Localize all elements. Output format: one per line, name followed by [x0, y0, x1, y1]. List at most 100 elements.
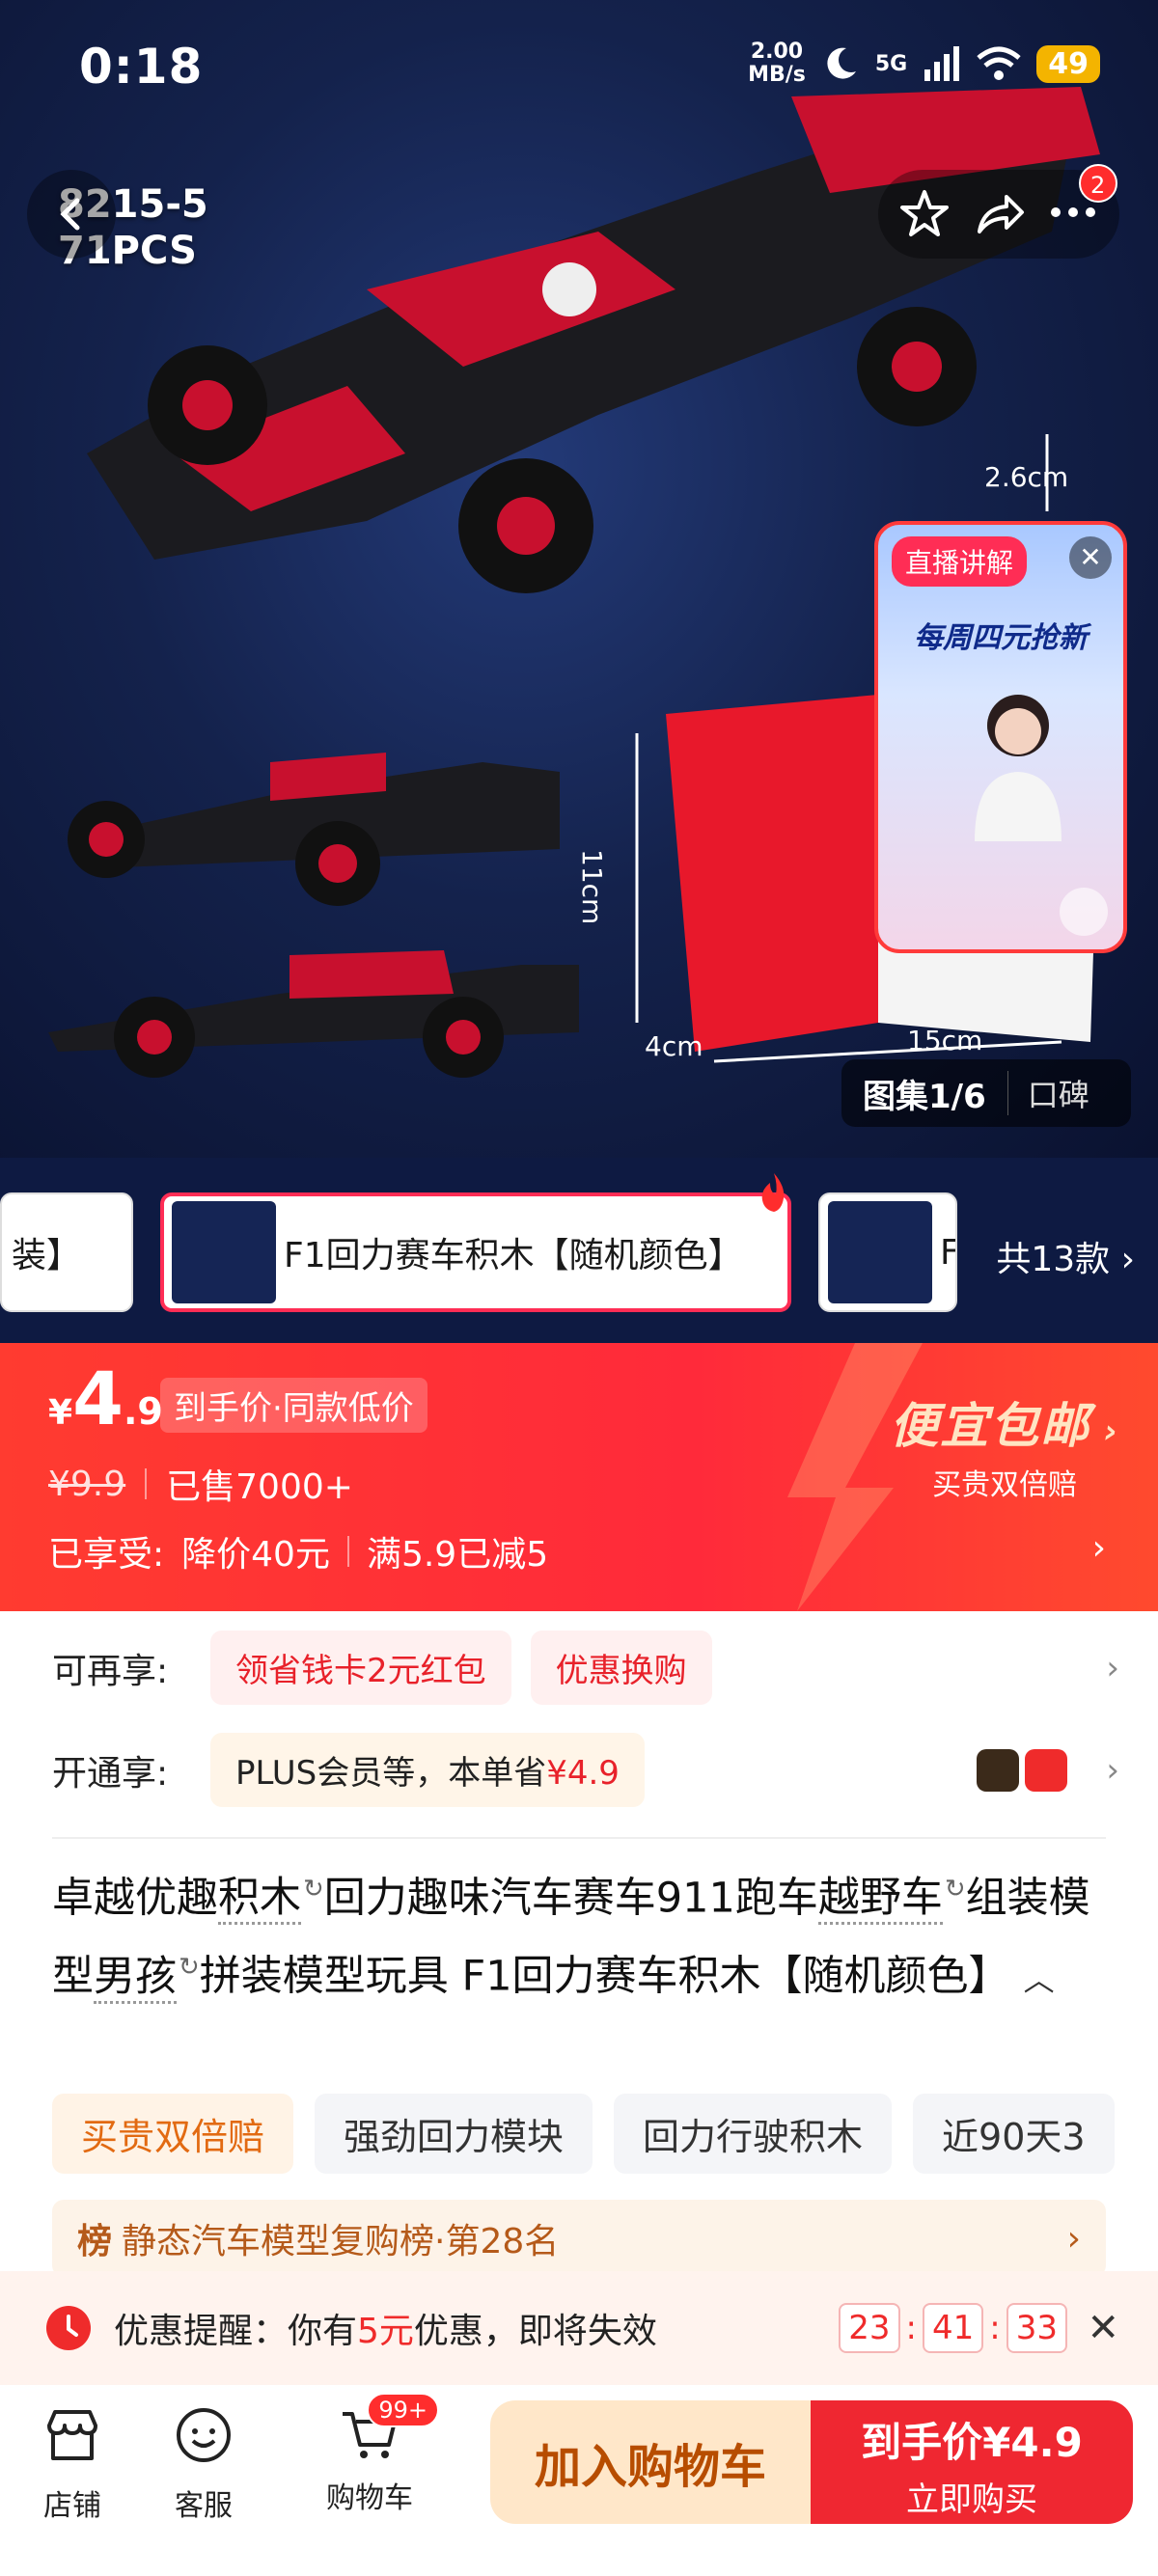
membership-label: 开通享: — [52, 1753, 169, 1794]
title-text: 拼装模型玩具 F1回力赛车积木【随机颜色】 — [199, 1952, 1010, 2001]
discount-row[interactable]: 已享受: 降价40元 满5.9已减5 — [48, 1526, 548, 1576]
close-icon[interactable]: ✕ — [1087, 2306, 1119, 2350]
gallery-index: 图集1/6 — [863, 1077, 986, 1116]
buy-now-button[interactable]: 到手价¥4.9 立即购买 — [811, 2400, 1133, 2524]
countdown-hours: 23 — [839, 2303, 900, 2353]
clock-icon — [46, 2306, 91, 2350]
dim-height: 11cm — [576, 849, 608, 925]
cart-icon-wrap: 99+ — [339, 2393, 439, 2466]
more-benefits-label: 可再享: — [52, 1651, 169, 1691]
variant-label-prev: 装】 — [12, 1236, 82, 1275]
price-integer: 4 — [72, 1356, 124, 1441]
header-actions: 2 — [878, 164, 1119, 259]
divider — [52, 1837, 1106, 1839]
collapse-chevron-icon[interactable]: ︿ — [1024, 1961, 1055, 1998]
more-button[interactable]: 2 — [1046, 164, 1117, 243]
title-keyword-link[interactable]: 积木 — [218, 1874, 301, 1926]
feature-tag[interactable]: 近90天3 — [913, 2094, 1115, 2174]
cart-button[interactable]: 99+ 购物车 — [307, 2393, 439, 2516]
ranking-banner[interactable]: 榜 静态汽车模型复购榜·第28名 › — [52, 2200, 1106, 2277]
status-bar: 0:18 2.00 MB/s 5G 49 — [0, 0, 1158, 135]
price-tag: 到手价·同款低价 — [160, 1378, 427, 1433]
live-host-avatar — [975, 695, 1062, 841]
service-label: 客服 — [175, 2489, 233, 2523]
more-benefits-row[interactable]: 可再享: 领省钱卡2元红包 优惠换购 › — [52, 1631, 1119, 1705]
feature-tags: 买贵双倍赔 强劲回力模块 回力行驶积木 近90天3 — [52, 2094, 1115, 2174]
variant-card-selected[interactable]: F1回力赛车积木【随机颜色】 — [160, 1192, 791, 1312]
variant-total-label: 共13款 — [996, 1240, 1111, 1279]
ranking-icon: 榜 — [77, 2222, 113, 2261]
variant-total-button[interactable]: 共13款 › — [996, 1231, 1135, 1281]
title-keyword-link[interactable]: 越野车 — [817, 1874, 943, 1926]
car-side-view-1 — [68, 753, 560, 906]
star-icon[interactable] — [897, 187, 951, 241]
product-title[interactable]: 卓越优趣积木↻回力趣味汽车赛车911跑车越野车↻组装模型男孩↻拼装模型玩具 F1… — [52, 1854, 1106, 2014]
chevron-right-icon: › — [1106, 1648, 1119, 1687]
promo-slogan[interactable]: 便宜包邮 › 买贵双倍赔 — [890, 1387, 1119, 1503]
chevron-right-icon: › — [1090, 1412, 1119, 1451]
status-icons: 2.00 MB/s 5G 49 — [748, 41, 1100, 87]
live-tag: 直播讲解 — [892, 536, 1028, 587]
membership-row[interactable]: 开通享: PLUS会员等，本单省¥4.9 › — [52, 1733, 1119, 1807]
service-button[interactable]: 客服 — [141, 2404, 266, 2524]
enjoyed-label: 已享受: — [48, 1535, 165, 1575]
mute-button[interactable] — [1060, 888, 1108, 936]
live-close-button[interactable]: ✕ — [1069, 536, 1112, 579]
store-button[interactable]: 店铺 — [10, 2404, 135, 2524]
feature-tag[interactable]: 回力行驶积木 — [614, 2094, 893, 2174]
gallery-reviews-tab[interactable]: 口碑 — [1006, 1071, 1109, 1115]
coupon-chip-savings-card[interactable]: 领省钱卡2元红包 — [210, 1631, 511, 1705]
variant-card-prev[interactable]: 装】 — [0, 1192, 133, 1312]
divider — [145, 1468, 148, 1499]
battery-indicator: 49 — [1036, 44, 1100, 83]
slogan-text: 便宜包邮 — [890, 1398, 1091, 1454]
card-icon — [1025, 1748, 1067, 1792]
discount-full-reduction: 满5.9已减5 — [366, 1535, 549, 1575]
share-icon[interactable] — [972, 187, 1026, 241]
chevron-right-icon: › — [1120, 1240, 1135, 1279]
live-stream-window[interactable]: 直播讲解 ✕ 每周四元抢新 — [874, 521, 1127, 953]
status-time: 0:18 — [79, 39, 204, 95]
clock-hands-icon — [67, 2315, 78, 2337]
feature-tag[interactable]: 买贵双倍赔 — [52, 2094, 294, 2174]
slogan-subtext: 买贵双倍赔 — [932, 1468, 1078, 1502]
signal-icon — [924, 46, 960, 81]
original-price: ¥9.9 — [48, 1464, 126, 1504]
coupon-chip-exchange[interactable]: 优惠换购 — [530, 1631, 712, 1705]
store-icon — [47, 2410, 97, 2460]
back-button[interactable] — [27, 170, 116, 259]
search-hint-icon: ↻ — [944, 1875, 966, 1904]
variant-label-selected: F1回力赛车积木【随机颜色】 — [284, 1236, 743, 1275]
net-speed-unit: MB/s — [748, 63, 806, 87]
title-keyword-link[interactable]: 男孩 — [94, 1952, 177, 2004]
add-to-cart-button[interactable]: 加入购物车 — [490, 2400, 811, 2524]
coupon-expiry-reminder[interactable]: 优惠提醒：你有5元优惠，即将失效 23: 41: 33 ✕ — [0, 2271, 1158, 2385]
cart-label: 购物车 — [326, 2481, 413, 2515]
ranking-text: 静态汽车模型复购榜·第28名 — [122, 2222, 560, 2261]
net-speed-value: 2.00 — [750, 40, 804, 64]
search-hint-icon: ↻ — [179, 1953, 200, 1983]
dim-depth: 4cm — [645, 1030, 703, 1062]
member-icons — [977, 1748, 1067, 1792]
variant-thumbnail-next — [828, 1201, 932, 1303]
price-banner: ¥ 4 .9 到手价·同款低价 ¥9.9 已售7000+ 已享受: 降价40元 … — [0, 1343, 1158, 1611]
plus-member-chip[interactable]: PLUS会员等，本单省¥4.9 — [210, 1733, 645, 1807]
countdown-seconds: 33 — [1006, 2303, 1067, 2353]
message-badge: 2 — [1078, 164, 1117, 203]
gallery-counter[interactable]: 图集1/6 口碑 — [841, 1059, 1131, 1127]
product-image-gallery[interactable]: 2.6cm 11cm 4cm 15cm 8215-5 71PCS 0:18 2.… — [0, 0, 1158, 1158]
reminder-prefix: 优惠提醒：你有 — [114, 2312, 358, 2351]
signal-label: 5G — [874, 51, 908, 76]
buy-price-label: 到手价¥4.9 — [861, 2419, 1083, 2466]
net-speed: 2.00 MB/s — [748, 41, 806, 87]
price-decimal: .9 — [123, 1390, 163, 1433]
chevron-right-icon[interactable]: › — [1092, 1528, 1106, 1568]
search-hint-icon: ↻ — [303, 1875, 324, 1904]
price-currency: ¥ — [48, 1393, 73, 1433]
title-text: 卓越优趣 — [52, 1874, 218, 1923]
feature-tag[interactable]: 强劲回力模块 — [315, 2094, 593, 2174]
reminder-amount: 5元 — [357, 2312, 414, 2351]
variant-card-next[interactable]: F — [818, 1192, 957, 1312]
customer-service-icon — [177, 2408, 231, 2462]
dim-width: 15cm — [907, 1025, 983, 1056]
